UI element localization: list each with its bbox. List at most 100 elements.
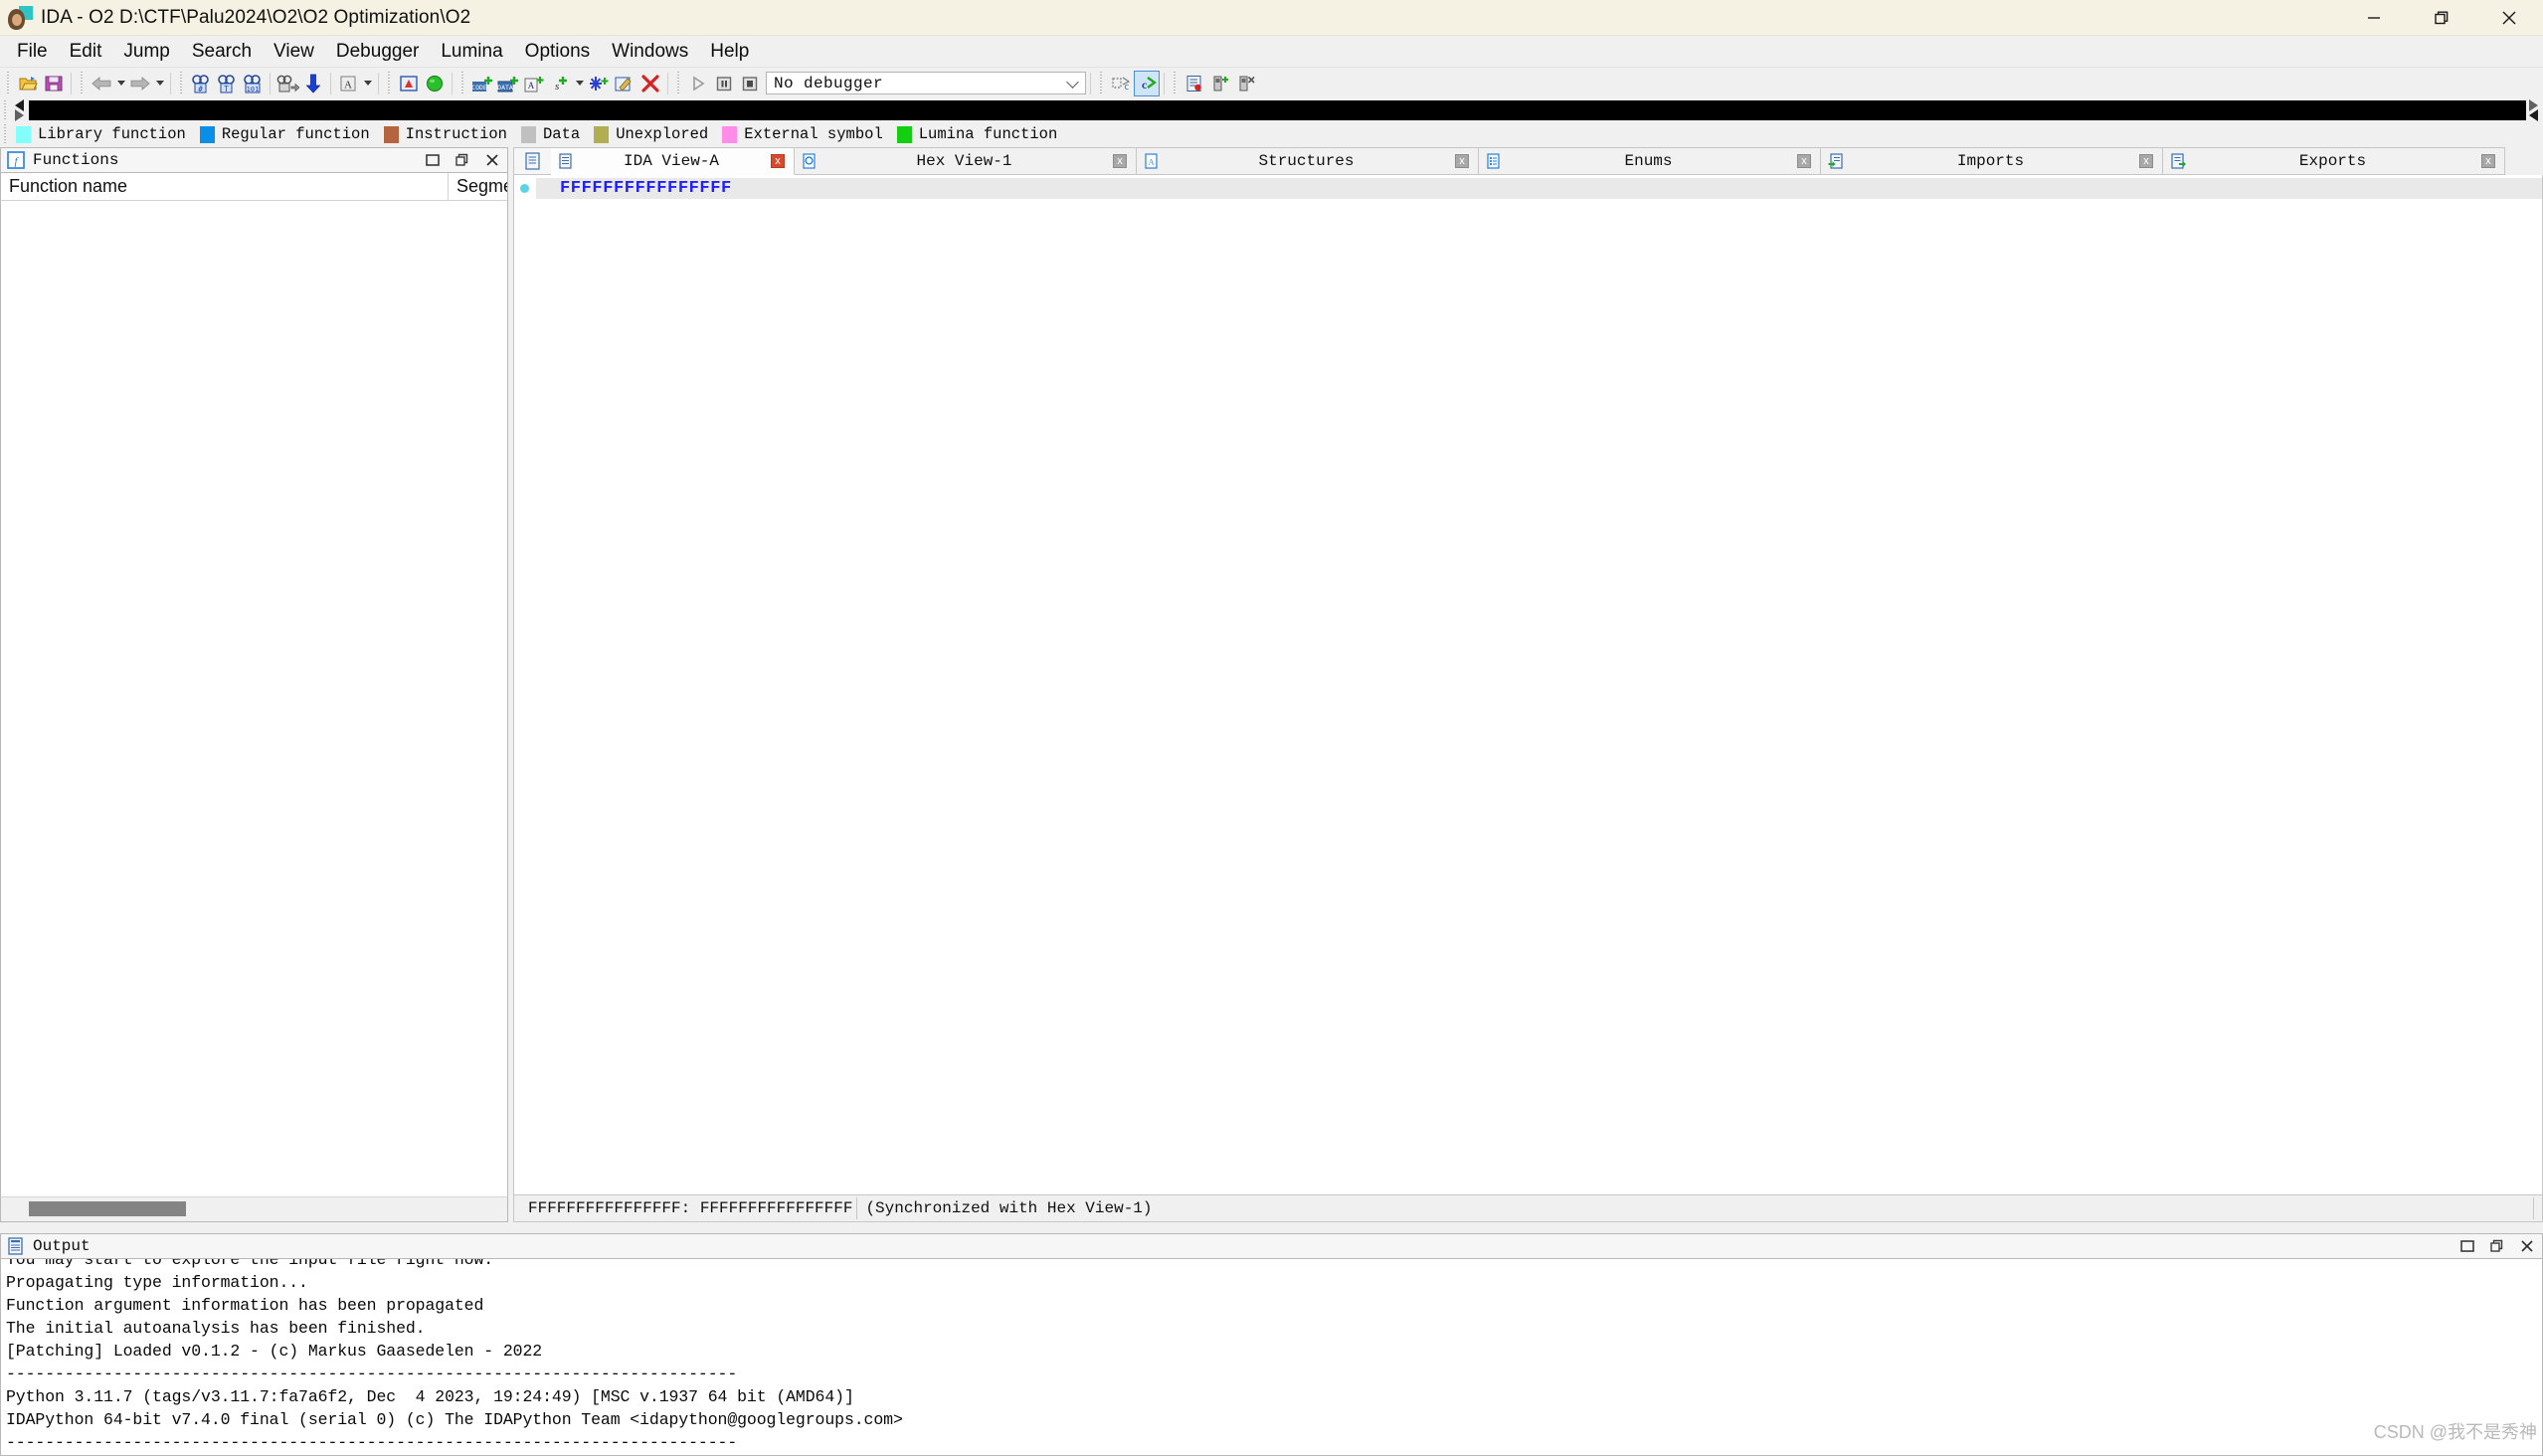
- tab-imports[interactable]: Imports x: [1821, 147, 2163, 175]
- legend-swatch-data: [520, 125, 536, 143]
- disassembly-line[interactable]: FFFFFFFFFFFFFFFF: [536, 178, 2542, 199]
- open-file-icon[interactable]: [15, 71, 41, 96]
- tab-close-icon-structures[interactable]: x: [1455, 154, 1469, 168]
- step-into-icon[interactable]: c: [1108, 71, 1134, 96]
- navband-grip[interactable]: [2, 100, 9, 120]
- scrollbar-thumb[interactable]: [29, 1201, 186, 1216]
- debugger-select[interactable]: No debugger: [766, 72, 1086, 94]
- back-dropdown-icon[interactable]: [114, 71, 127, 96]
- add-breakpoint-icon[interactable]: [1207, 71, 1233, 96]
- nav-left-arrows-icon[interactable]: [12, 99, 29, 121]
- functions-horizontal-scrollbar[interactable]: [0, 1196, 508, 1222]
- menu-item-options[interactable]: Options: [514, 38, 601, 66]
- navigation-band[interactable]: [29, 100, 2526, 120]
- del-breakpoint-icon[interactable]: [1233, 71, 1259, 96]
- edit-function-icon[interactable]: [612, 71, 637, 96]
- legend-label-external: External symbol: [744, 125, 883, 143]
- menu-item-debugger[interactable]: Debugger: [325, 38, 430, 66]
- search-binary-icon[interactable]: 101: [240, 71, 266, 96]
- log-line: Python 3.11.7 (tags/v3.11.7:fa7a6f2, Dec…: [6, 1387, 854, 1406]
- legend-item-external-symbol: External symbol: [722, 125, 883, 143]
- toolbar-grip[interactable]: [5, 71, 12, 95]
- rename-icon[interactable]: A: [335, 71, 361, 96]
- maximize-icon[interactable]: [418, 148, 448, 172]
- functions-table-header: Function name Segme: [0, 172, 508, 201]
- back-arrow-icon[interactable]: [89, 71, 114, 96]
- tab-label-hex-view-1: Hex View-1: [916, 152, 1012, 170]
- close-icon[interactable]: [2512, 1234, 2542, 1258]
- search-text-icon[interactable]: T: [214, 71, 240, 96]
- restore-icon[interactable]: [2482, 1234, 2512, 1258]
- delete-icon[interactable]: [637, 71, 663, 96]
- minimize-icon[interactable]: [2340, 0, 2408, 36]
- column-header-function-name[interactable]: Function name: [1, 172, 449, 201]
- run-icon[interactable]: [685, 71, 711, 96]
- enums-icon: [1484, 151, 1504, 171]
- nav-right-arrows-icon[interactable]: [2526, 99, 2543, 121]
- maximize-icon[interactable]: [2452, 1234, 2482, 1258]
- toolbar-grip-step[interactable]: [1098, 71, 1105, 95]
- menu-item-file[interactable]: File: [6, 38, 59, 66]
- down-arrow-icon[interactable]: [300, 71, 326, 96]
- functions-panel-buttons: [418, 148, 507, 172]
- toolbar-grip-nav[interactable]: [79, 71, 86, 95]
- menu-item-view[interactable]: View: [263, 38, 325, 66]
- tab-ida-view-a[interactable]: IDA View-A x: [551, 147, 795, 175]
- menu-item-search[interactable]: Search: [181, 38, 263, 66]
- menu-item-edit[interactable]: Edit: [59, 38, 113, 66]
- tab-close-icon-hex-view-1[interactable]: x: [1113, 154, 1127, 168]
- rename-dropdown-icon[interactable]: [361, 71, 374, 96]
- menu-item-windows[interactable]: Windows: [601, 38, 699, 66]
- tab-close-icon-ida-view-a[interactable]: x: [771, 154, 785, 168]
- close-icon[interactable]: [477, 148, 507, 172]
- menu-item-jump[interactable]: Jump: [112, 38, 180, 66]
- close-icon[interactable]: [2475, 0, 2543, 36]
- legend-grip[interactable]: [2, 124, 9, 144]
- forward-arrow-icon[interactable]: [127, 71, 153, 96]
- disassembly-code-column[interactable]: FFFFFFFFFFFFFFFF: [536, 175, 2542, 1194]
- make-struct-icon[interactable]: s: [547, 71, 573, 96]
- tab-close-icon-imports[interactable]: x: [2139, 154, 2153, 168]
- forward-dropdown-icon[interactable]: [153, 71, 166, 96]
- pause-icon[interactable]: [711, 71, 737, 96]
- step-over-icon[interactable]: c: [1134, 70, 1160, 96]
- cyan-dot-marker: [520, 184, 529, 193]
- make-ascii-icon[interactable]: A: [521, 71, 547, 96]
- functions-list[interactable]: [0, 201, 508, 1196]
- search-hash-icon[interactable]: #: [188, 71, 214, 96]
- make-code-icon[interactable]: CODE: [469, 71, 495, 96]
- restore-icon[interactable]: [448, 148, 477, 172]
- tab-exports[interactable]: Exports x: [2163, 147, 2505, 175]
- toolbar-grip-bp[interactable]: [1172, 71, 1179, 95]
- column-header-segment[interactable]: Segme: [449, 173, 507, 201]
- tab-close-icon-exports[interactable]: x: [2481, 154, 2495, 168]
- legend-swatch-lumina: [896, 125, 912, 143]
- toolbar-grip-graph[interactable]: [386, 71, 393, 95]
- disassembly-area: IDA View-A x Hex View-1 x A Structures x…: [513, 147, 2543, 1222]
- play-green-icon[interactable]: [422, 71, 448, 96]
- jump-icon[interactable]: [274, 71, 300, 96]
- tab-close-icon-enums[interactable]: x: [1797, 154, 1811, 168]
- menu-item-help[interactable]: Help: [699, 38, 760, 66]
- breakpoint-list-icon[interactable]: [1181, 71, 1207, 96]
- restore-icon[interactable]: [2408, 0, 2475, 36]
- tab-hex-view-1[interactable]: Hex View-1 x: [795, 147, 1137, 175]
- make-struct-dropdown-icon[interactable]: [573, 71, 586, 96]
- make-unknown-icon[interactable]: [586, 71, 612, 96]
- tab-structures[interactable]: A Structures x: [1137, 147, 1479, 175]
- save-icon[interactable]: [41, 71, 67, 96]
- legend-label-data: Data: [542, 125, 581, 143]
- toolbar-grip-debug[interactable]: [675, 71, 682, 95]
- stop-icon[interactable]: [737, 71, 763, 96]
- warning-icon[interactable]: [396, 71, 422, 96]
- tab-enums[interactable]: Enums x: [1479, 147, 1821, 175]
- toolbar-grip-search[interactable]: [178, 71, 185, 95]
- log-line: [Patching] Loaded v0.1.2 - (c) Markus Ga…: [6, 1342, 543, 1361]
- output-log[interactable]: You may start to explore the input file …: [0, 1259, 2543, 1456]
- disassembly-view[interactable]: FFFFFFFFFFFFFFFF: [513, 175, 2543, 1195]
- make-data-icon[interactable]: DATA: [495, 71, 521, 96]
- window-controls: [2340, 0, 2543, 36]
- toolbar-grip-make[interactable]: [459, 71, 466, 95]
- svg-text:A: A: [1149, 158, 1155, 167]
- menu-item-lumina[interactable]: Lumina: [430, 38, 513, 66]
